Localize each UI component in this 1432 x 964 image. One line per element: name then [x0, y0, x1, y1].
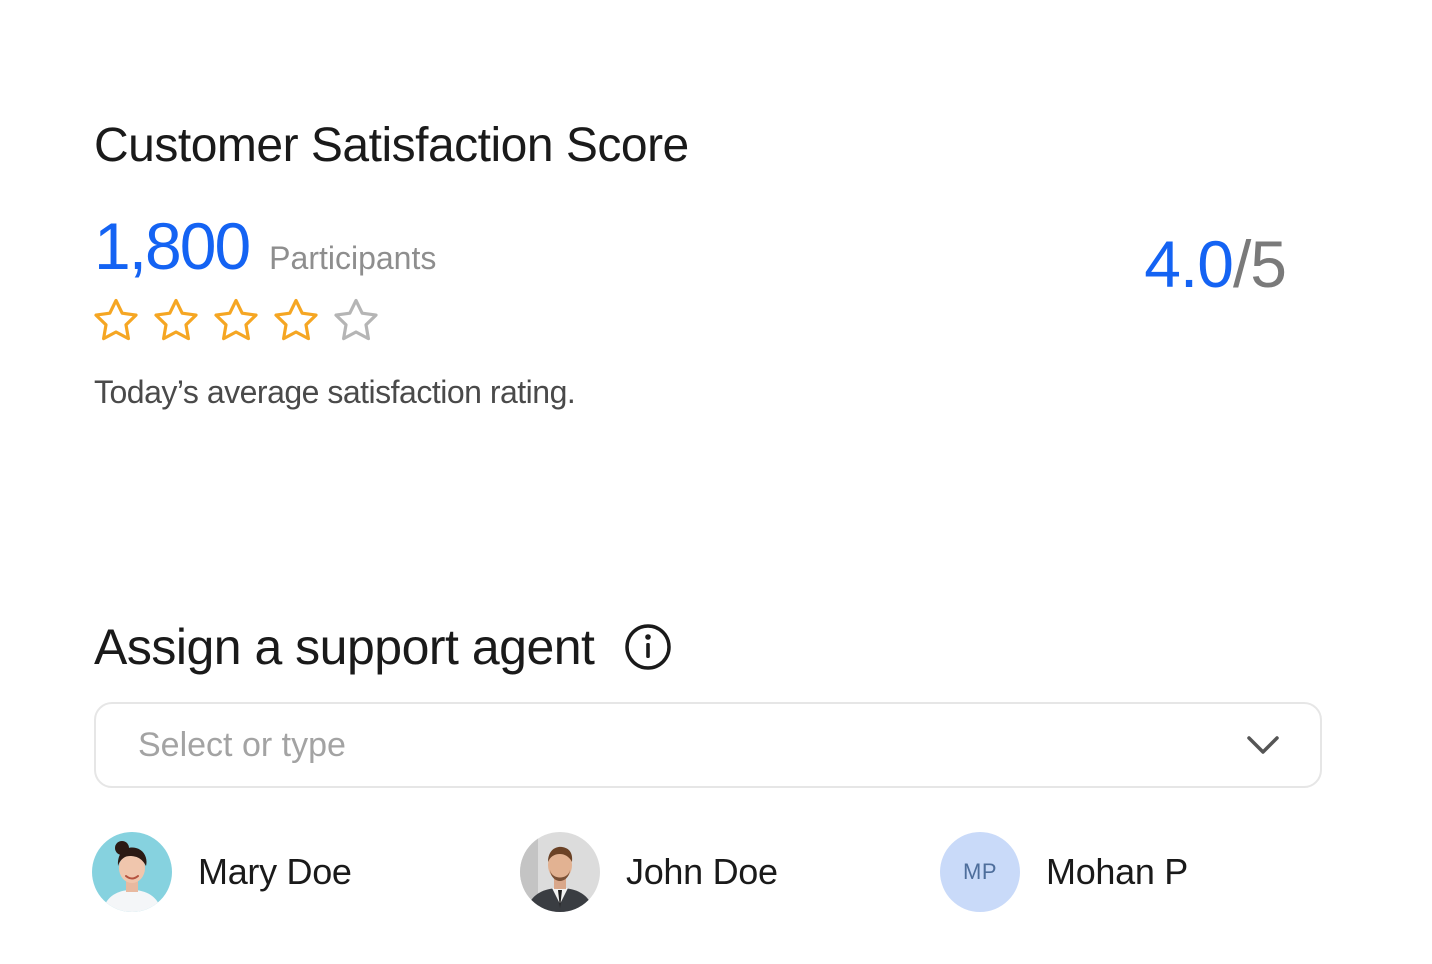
- star-icon: [92, 297, 140, 343]
- score-separator: /: [1232, 227, 1251, 301]
- star-icon: [332, 297, 380, 343]
- agent-option-mohan-p[interactable]: MP Mohan P: [940, 832, 1188, 912]
- agent-list: Mary Doe John Doe MP Mohan P: [92, 832, 1332, 912]
- star-icon: [272, 297, 320, 343]
- avatar: [92, 832, 172, 912]
- participants-row: 1,800 Participants: [94, 206, 436, 286]
- agent-name: John Doe: [626, 851, 778, 892]
- agent-option-john-doe[interactable]: John Doe: [520, 832, 778, 912]
- participants-label: Participants: [269, 240, 437, 276]
- score-display: 4.0/5: [1144, 226, 1287, 302]
- avatar: [520, 832, 600, 912]
- agent-search-input[interactable]: [136, 724, 1246, 766]
- star-icon: [152, 297, 200, 343]
- agent-name: Mary Doe: [198, 851, 352, 892]
- assign-header: Assign a support agent: [94, 618, 672, 676]
- agent-name: Mohan P: [1046, 851, 1188, 892]
- agent-option-mary-doe[interactable]: Mary Doe: [92, 832, 352, 912]
- assign-title: Assign a support agent: [94, 619, 595, 675]
- score-max: 5: [1250, 227, 1287, 301]
- star-icon: [212, 297, 260, 343]
- score-value: 4.0: [1144, 227, 1234, 301]
- star-rating: [92, 297, 380, 343]
- participant-count: 1,800: [94, 209, 251, 283]
- csat-caption: Today’s average satisfaction rating.: [94, 374, 576, 410]
- chevron-down-icon[interactable]: [1246, 735, 1280, 755]
- info-icon[interactable]: [624, 623, 672, 671]
- avatar-initials: MP: [940, 832, 1020, 912]
- csat-title: Customer Satisfaction Score: [94, 119, 689, 172]
- agent-select[interactable]: [94, 702, 1322, 788]
